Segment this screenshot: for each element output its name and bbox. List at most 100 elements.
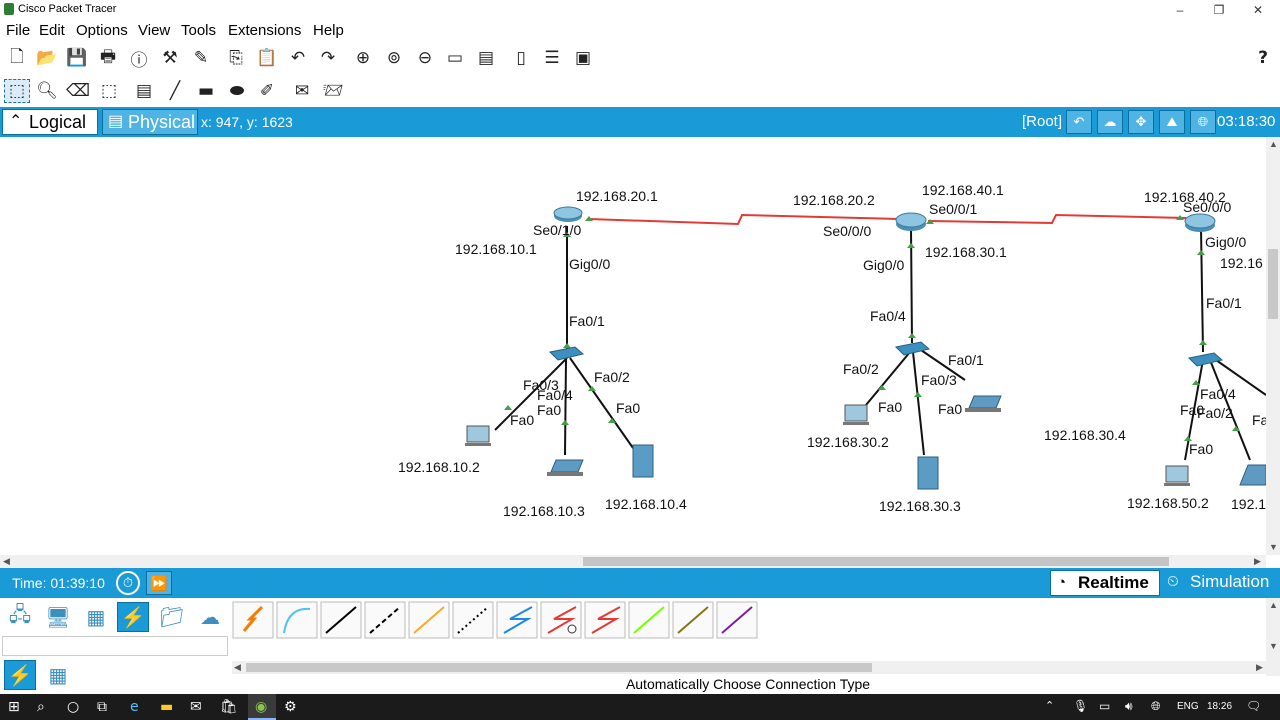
delete-icon[interactable]: ⌫ [66, 79, 90, 103]
drawing-palette-icon[interactable]: ▭ [443, 46, 467, 70]
router-r3[interactable] [1184, 213, 1216, 232]
complex-pdu-icon[interactable]: 📨︎ [321, 79, 345, 103]
connections-subtype-icon[interactable]: ⚡ [4, 660, 36, 690]
cable-scroll-right-icon[interactable]: ▶ [1256, 662, 1263, 673]
cluster-icon[interactable]: ☰ [540, 46, 564, 70]
windows-start-icon[interactable]: ⊞ [8, 699, 20, 715]
cable-crossover[interactable] [364, 601, 406, 639]
app-icon-settings[interactable]: ⚙ [284, 699, 297, 715]
tray-chevron-icon[interactable]: ⌃ [1045, 699, 1054, 712]
set-background-icon[interactable]: ⛰ [1159, 110, 1185, 134]
menu-file[interactable]: File [6, 22, 30, 39]
tab-logical[interactable]: ⌃ Logical [2, 109, 98, 135]
cable-scroll-left-icon[interactable]: ◀ [234, 662, 241, 673]
pdu-list-icon[interactable]: ▯ [509, 46, 533, 70]
resize-icon[interactable]: ⬚ [97, 79, 121, 103]
volume-icon[interactable]: 🔊︎ [1125, 699, 1133, 714]
root-label[interactable]: [Root] [1022, 113, 1062, 130]
laptop-192-168-30-4[interactable] [965, 395, 1002, 412]
new-file-icon[interactable]: 🗋 [5, 46, 29, 70]
topology-diagram[interactable]: 192.168.20.1 Se0/1/0 192.168.10.1 Gig0/0… [0, 137, 1266, 555]
viewport-globe-icon[interactable]: 🌐︎ [1190, 110, 1216, 134]
switch-s3[interactable] [1187, 352, 1224, 367]
switch-s1[interactable] [548, 346, 585, 361]
router-r2[interactable] [895, 212, 927, 231]
restore-button[interactable]: ❐ [1199, 1, 1239, 19]
draw-line-icon[interactable]: ╱ [163, 79, 187, 103]
device-scroll-up-icon[interactable]: ▲ [1269, 600, 1278, 610]
horizontal-scroll-thumb[interactable] [583, 557, 1169, 566]
redo-icon[interactable]: ↷ [316, 46, 340, 70]
menu-options[interactable]: Options [76, 22, 128, 39]
undo-icon[interactable]: ↶ [286, 46, 310, 70]
end-devices-icon[interactable]: 🖥︎ [42, 602, 74, 632]
select-icon[interactable]: ⬚ [4, 79, 30, 103]
pc-192-168-50-2[interactable] [1164, 465, 1190, 486]
mail-icon[interactable]: ✉ [190, 699, 202, 715]
simple-pdu-icon[interactable]: ✉ [290, 79, 314, 103]
topology-workspace[interactable]: 192.168.20.1 Se0/1/0 192.168.10.1 Gig0/0… [0, 137, 1266, 555]
pc-192-168-30-2[interactable] [843, 404, 869, 425]
power-cycle-icon[interactable]: ⏱ [116, 571, 140, 595]
store-icon[interactable]: 🛍︎ [220, 699, 238, 715]
horizontal-scrollbar[interactable]: ◀ ▶ [0, 555, 1266, 568]
zoom-in-icon[interactable]: ⊕ [351, 46, 375, 70]
multiuser-icon[interactable]: ☁ [194, 602, 226, 632]
cable-coaxial[interactable] [496, 601, 538, 639]
file-explorer-icon[interactable]: ▬ [160, 699, 173, 715]
search-icon[interactable]: ⌕ [37, 699, 45, 715]
move-object-icon[interactable]: ✥ [1128, 110, 1154, 134]
scroll-up-icon[interactable]: ▲ [1269, 139, 1278, 149]
simulation-mode-button[interactable]: ⏲ Simulation [1163, 570, 1278, 596]
scroll-right-icon[interactable]: ▶ [1254, 556, 1261, 567]
menu-help[interactable]: Help [313, 22, 344, 39]
device-search-field[interactable] [2, 636, 228, 656]
custom-devices-icon[interactable]: ▤ [474, 46, 498, 70]
miscellaneous-icon[interactable]: 📁︎ [156, 602, 188, 632]
task-view-icon[interactable]: ⧉ [97, 699, 107, 715]
activity-wizard-icon[interactable]: ✎ [189, 46, 213, 70]
cable-octal[interactable] [628, 601, 670, 639]
note-icon[interactable]: ▤ [132, 79, 156, 103]
laptop-192-168-10-3[interactable] [547, 459, 584, 476]
microphone-icon[interactable]: 🎙︎ [1073, 699, 1088, 713]
ellipse-icon[interactable]: ⬬ [225, 79, 249, 103]
scroll-left-icon[interactable]: ◀ [3, 556, 10, 567]
minimize-button[interactable]: – [1160, 1, 1200, 19]
server-192-168-10-4[interactable] [632, 444, 654, 478]
notifications-icon[interactable]: 🗨︎ [1246, 699, 1261, 713]
device-scroll-down-icon[interactable]: ▼ [1269, 641, 1278, 651]
open-folder-icon[interactable]: 📂 [35, 46, 59, 70]
fast-forward-icon[interactable]: ⏩ [146, 571, 172, 595]
realtime-mode-button[interactable]: ◔ Realtime [1050, 570, 1160, 596]
cable-console[interactable] [276, 601, 318, 639]
cable-straight-through[interactable] [320, 601, 362, 639]
connections-icon[interactable]: ⚡ [117, 602, 149, 632]
cable-scrollbar[interactable]: ◀ ▶ [232, 661, 1266, 674]
copy-icon[interactable]: ⎘ [224, 46, 248, 70]
language-indicator[interactable]: ENG [1177, 701, 1199, 712]
battery-icon[interactable]: ▭ [1099, 699, 1110, 713]
zoom-out-icon[interactable]: ⊖ [413, 46, 437, 70]
menu-edit[interactable]: Edit [39, 22, 65, 39]
scroll-down-icon[interactable]: ▼ [1269, 542, 1278, 552]
laptop-192-168-50-3[interactable] [1239, 464, 1266, 486]
print-icon[interactable]: 🖶 [96, 46, 120, 70]
tab-physical[interactable]: ▤ Physical [102, 109, 198, 135]
save-icon[interactable]: 💾 [65, 46, 89, 70]
cable-scroll-thumb[interactable] [246, 663, 872, 672]
network-devices-icon[interactable]: 🖧︎ [4, 602, 36, 632]
server-192-168-30-3[interactable] [917, 456, 939, 490]
cable-fiber[interactable] [408, 601, 450, 639]
network-icon[interactable]: 🌐︎ [1151, 699, 1161, 714]
octopus-cable-icon[interactable]: ▦ [42, 660, 74, 690]
info-icon[interactable]: ⓘ [127, 46, 151, 71]
rectangle-icon[interactable]: ▬ [194, 79, 218, 103]
cable-automatic[interactable] [232, 601, 274, 639]
menu-tools[interactable]: Tools [181, 22, 216, 39]
new-cluster-icon[interactable]: ☁ [1097, 110, 1123, 134]
device-panel-scrollbar[interactable]: ▲ ▼ [1266, 598, 1280, 676]
cable-usb[interactable] [716, 601, 758, 639]
back-icon[interactable]: ↶ [1066, 110, 1092, 134]
zoom-reset-icon[interactable]: ⊚ [382, 46, 406, 70]
